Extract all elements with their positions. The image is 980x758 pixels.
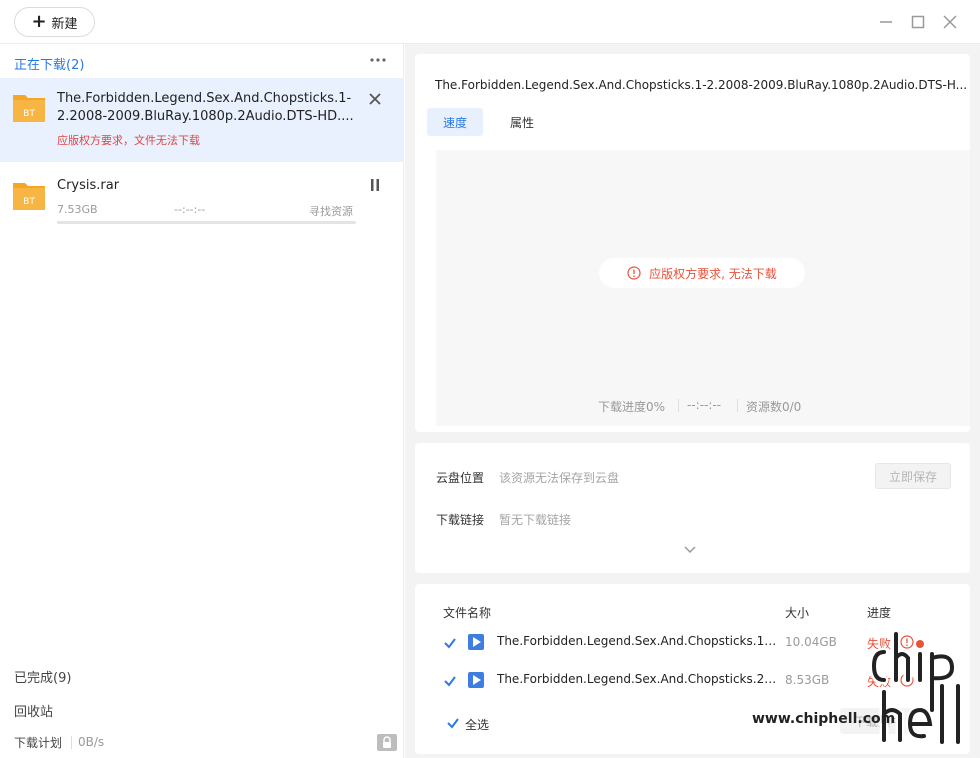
- task-sidebar: 正在下载(2) BT The.Forbidden.Legend.Sex.And.…: [0, 44, 404, 758]
- download-task-item[interactable]: BT Crysis.rar 7.53GB --:--:-- 寻找资源: [0, 162, 404, 232]
- tab-speed[interactable]: 速度: [427, 108, 484, 136]
- bt-folder-icon: BT: [12, 179, 46, 211]
- task-status: 寻找资源: [309, 205, 353, 218]
- eta-stat: --:--:--: [687, 398, 722, 412]
- speed-card: The.Forbidden.Legend.Sex.And.Chopsticks.…: [415, 54, 970, 432]
- task-name: The.Forbidden.Legend.Sex.And.Chopsticks.…: [57, 91, 354, 124]
- sources-stat: 资源数0/0: [746, 400, 802, 414]
- save-now-button[interactable]: 立即保存: [875, 463, 951, 489]
- task-error-text: 应版权方要求，文件无法下载: [57, 134, 200, 147]
- download-plan[interactable]: 下载计划: [14, 734, 62, 751]
- speed-graph-area: 应版权方要求, 无法下载 下载进度0% --:--:-- 资源数0/0: [436, 150, 970, 426]
- new-task-button[interactable]: + 新建: [14, 7, 95, 37]
- info-card: 云盘位置 该资源无法保存到云盘 立即保存 下载链接 暂无下载链接: [415, 443, 970, 573]
- recycle-bin[interactable]: 回收站: [14, 701, 53, 720]
- task-size: 7.53GB: [57, 203, 98, 216]
- progress-stat: 下载进度0%: [598, 400, 666, 414]
- download-task-item[interactable]: BT The.Forbidden.Legend.Sex.And.Chopstic…: [0, 78, 404, 162]
- download-speed: 0B/s: [78, 735, 105, 749]
- svg-text:BT: BT: [23, 197, 35, 207]
- downloading-section-title[interactable]: 正在下载(2): [14, 54, 84, 73]
- error-message-pill: 应版权方要求, 无法下载: [599, 258, 805, 288]
- column-header-progress: 进度: [867, 606, 892, 620]
- task-progress-bar: [57, 221, 356, 224]
- chiphell-watermark-logo: [870, 629, 963, 747]
- pause-icon[interactable]: [368, 178, 386, 196]
- column-header-name: 文件名称: [443, 606, 492, 620]
- task-name: Crysis.rar: [57, 178, 120, 193]
- new-task-label: 新建: [51, 16, 78, 32]
- close-icon[interactable]: [368, 91, 386, 109]
- more-icon[interactable]: [368, 51, 388, 69]
- cloud-location-value: 该资源无法保存到云盘: [499, 471, 620, 485]
- completed-section[interactable]: 已完成(9): [14, 667, 71, 686]
- lock-icon[interactable]: [376, 732, 398, 752]
- video-file-icon: [468, 672, 484, 688]
- cloud-location-label: 云盘位置: [436, 471, 485, 485]
- title-bar: + 新建: [0, 0, 980, 44]
- svg-text:BT: BT: [23, 109, 35, 119]
- tab-properties[interactable]: 属性: [494, 108, 550, 136]
- divider: [71, 736, 72, 749]
- select-all-checkbox[interactable]: [446, 716, 460, 730]
- file-size: 8.53GB: [785, 673, 830, 687]
- file-name: The.Forbidden.Legend.Sex.And.Chopsticks.…: [497, 634, 779, 648]
- bt-folder-icon: BT: [12, 91, 46, 123]
- plus-icon: +: [31, 11, 47, 32]
- error-circle-icon: [627, 266, 641, 280]
- chevron-down-icon[interactable]: [683, 544, 697, 554]
- column-header-size: 大小: [785, 606, 810, 620]
- minimize-icon[interactable]: [876, 12, 896, 32]
- file-name: The.Forbidden.Legend.Sex.And.Chopsticks.…: [497, 672, 779, 686]
- checkbox[interactable]: [443, 674, 457, 688]
- video-file-icon: [468, 634, 484, 650]
- divider: [737, 399, 738, 412]
- maximize-icon[interactable]: [908, 12, 928, 32]
- divider: [678, 399, 679, 412]
- task-eta: --:--:--: [174, 203, 206, 216]
- checkbox[interactable]: [443, 636, 457, 650]
- download-link-value: 暂无下载链接: [499, 513, 572, 527]
- select-all-label[interactable]: 全选: [465, 716, 489, 733]
- detail-title: The.Forbidden.Legend.Sex.And.Chopsticks.…: [435, 78, 968, 92]
- file-size: 10.04GB: [785, 635, 837, 649]
- close-window-icon[interactable]: [940, 12, 960, 32]
- download-link-label: 下载链接: [436, 513, 485, 527]
- watermark-text: www.chiphell.com: [752, 711, 896, 727]
- error-message: 应版权方要求, 无法下载: [649, 266, 777, 281]
